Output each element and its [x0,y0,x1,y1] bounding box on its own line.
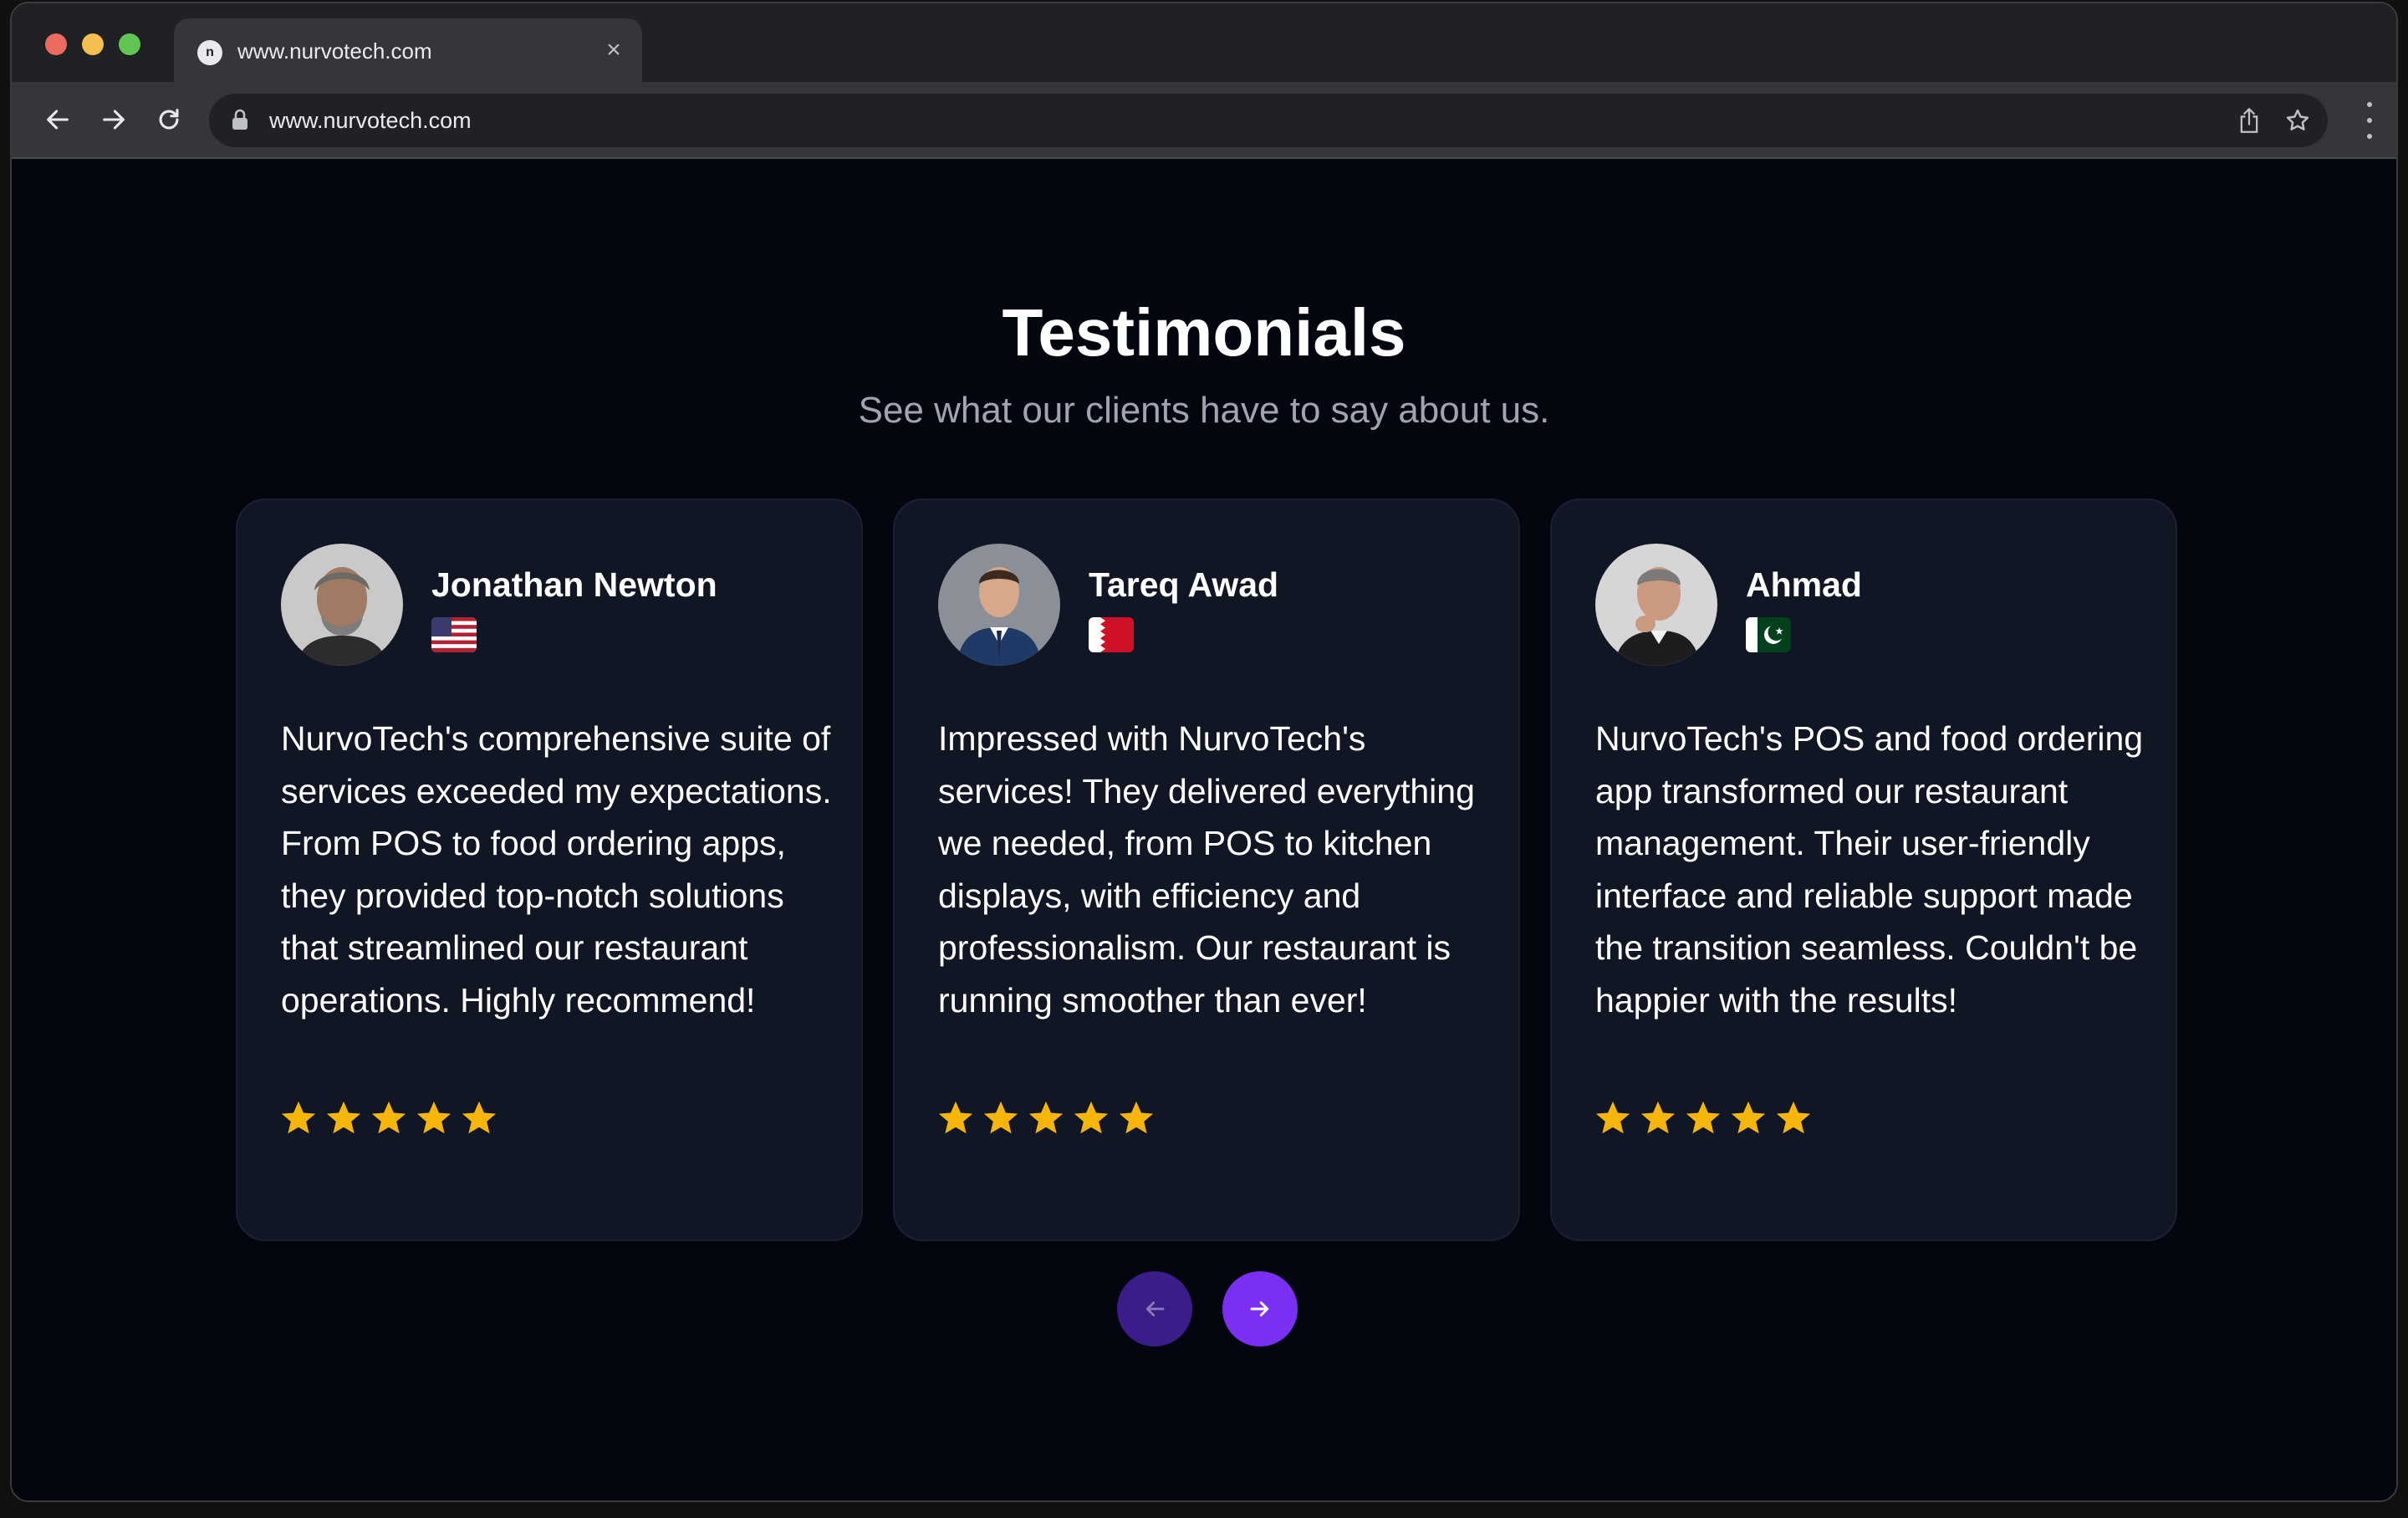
browser-window: n www.nurvotech.com × www.nurvotech.com [10,2,2398,1502]
star-icon [1119,1101,1154,1134]
reviewer-name: Tareq Awad [1089,565,1279,604]
section-title: Testimonials [1002,295,1406,370]
rating-stars [936,1099,1156,1137]
testimonial-quote: NurvoTech's comprehensive suite of servi… [281,719,832,1020]
testimonial-card: Ahmad NurvoTech's POS and food ordering … [1550,498,2177,1241]
reviewer-name: Jonathan Newton [431,565,717,604]
avatar [281,544,403,666]
site-favicon-icon: n [197,40,222,65]
reload-icon[interactable] [148,99,190,141]
browser-toolbar: www.nurvotech.com [12,82,2396,159]
section-subtitle: See what our clients have to say about u… [858,390,1550,431]
star-icon [371,1101,406,1134]
minimize-window-button[interactable] [82,33,104,55]
star-icon [1640,1101,1676,1134]
tab-title: www.nurvotech.com [237,38,432,64]
arrow-right-icon [1250,1301,1269,1316]
star-icon [326,1101,361,1134]
lock-icon[interactable] [231,109,253,132]
share-icon[interactable] [2234,105,2264,135]
star-icon [416,1101,452,1134]
star-icon [1074,1101,1109,1134]
star-icon [462,1101,497,1134]
arrow-left-icon [1145,1301,1165,1316]
us-flag-icon [431,617,477,652]
bahrain-flag-icon [1089,617,1134,652]
star-icon [281,1101,316,1134]
testimonial-quote: Impressed with NurvoTech's services! The… [938,719,1475,1020]
star-icon [1028,1101,1064,1134]
avatar [938,544,1060,666]
star-icon [983,1101,1018,1134]
back-arrow-icon[interactable] [37,99,79,141]
star-icon [1731,1101,1766,1134]
browser-tab[interactable]: n www.nurvotech.com × [174,18,642,82]
browser-menu-icon[interactable] [2365,102,2375,139]
title-bar: n www.nurvotech.com × [12,3,2396,82]
rating-stars [1594,1099,1813,1137]
star-icon [1686,1101,1721,1134]
forward-arrow-icon[interactable] [93,99,135,141]
testimonial-card: Tareq Awad Impressed with NurvoTech's se… [893,498,1520,1241]
testimonial-card: Jonathan Newton NurvoTech's comprehensiv… [236,498,863,1241]
star-icon [1595,1101,1630,1134]
pakistan-flag-icon [1746,617,1791,652]
testimonials-section: Testimonials See what our clients have t… [12,161,2396,1500]
rating-stars [279,1099,498,1137]
star-icon [938,1101,973,1134]
avatar [1595,544,1717,666]
bookmark-star-icon[interactable] [2283,105,2313,135]
address-bar[interactable]: www.nurvotech.com [209,94,2328,147]
maximize-window-button[interactable] [119,33,140,55]
tab-close-icon[interactable]: × [599,35,629,65]
url-text[interactable]: www.nurvotech.com [269,108,472,134]
next-slide-button[interactable] [1222,1271,1298,1347]
testimonial-quote: NurvoTech's POS and food ordering app tr… [1595,719,2144,1020]
close-window-button[interactable] [45,33,67,55]
star-icon [1776,1101,1811,1134]
previous-slide-button[interactable] [1117,1271,1192,1347]
reviewer-name: Ahmad [1746,565,1862,604]
